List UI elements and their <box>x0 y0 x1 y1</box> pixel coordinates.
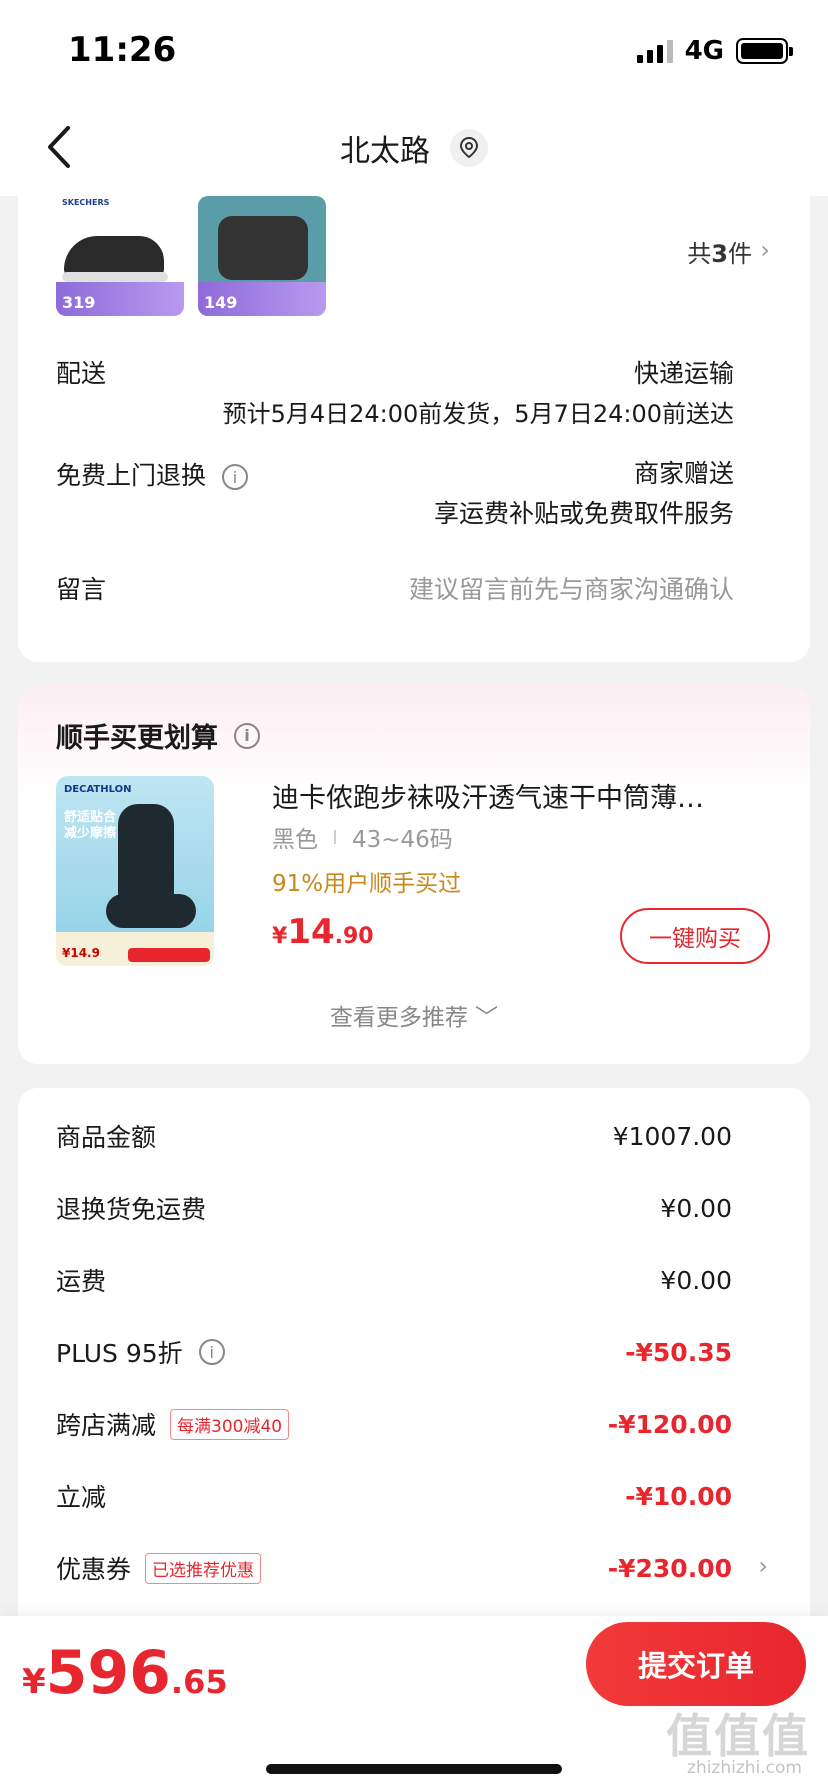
watermark-url: zhizhizhi.com <box>687 1758 802 1778</box>
amount-row-return-fee: 退换货免运费 ¥0.00 <box>56 1193 732 1225</box>
product-brand: DECATHLON <box>64 784 132 795</box>
thumb-price: 319 <box>62 293 96 312</box>
order-info-card: SKECHERS 319 149 共3件 › 配送 快递运输 预计5月4日24:… <box>18 196 810 662</box>
status-time: 11:26 <box>68 30 177 70</box>
item-count[interactable]: 共3件 <box>687 234 752 269</box>
submit-order-button[interactable]: 提交订单 <box>586 1622 806 1706</box>
status-indicators: 4G <box>636 36 793 66</box>
signal-icon <box>636 39 673 63</box>
nav-bar: 北太路 <box>0 96 828 196</box>
status-bar: 11:26 4G <box>0 0 828 96</box>
amount-row-cross-store: 跨店满减 每满300减40 -¥120.00 <box>56 1408 732 1440</box>
amount-row-instant-discount: 立减 -¥10.00 <box>56 1481 732 1513</box>
location-pin-icon[interactable] <box>450 129 488 167</box>
amount-row-plus: PLUS 95折 i -¥50.35 <box>56 1337 732 1369</box>
delivery-label: 配送 <box>56 359 107 388</box>
home-indicator[interactable] <box>266 1764 562 1774</box>
product-size: 43~46码 <box>352 827 453 853</box>
info-icon[interactable]: i <box>234 722 260 749</box>
coupon-tag: 已选推荐优惠 <box>145 1552 262 1584</box>
recommend-title: 顺手买更划算 i <box>56 716 260 755</box>
product-image-price: ¥14.9 <box>62 946 100 960</box>
info-icon[interactable]: i <box>222 464 249 490</box>
message-input[interactable]: 建议留言前先与商家沟通确认 <box>409 570 734 606</box>
network-label: 4G <box>684 36 724 66</box>
free-return-provider: 商家赠送 <box>633 459 734 488</box>
promo-tag: 每满300减40 <box>170 1408 290 1440</box>
brand-logo: SKECHERS <box>62 198 110 207</box>
product-image[interactable]: DECATHLON 舒适贴合 减少摩擦 ¥14.9 <box>56 776 214 966</box>
product-name[interactable]: 迪卡侬跑步袜吸汗透气速干中筒薄… <box>272 776 772 815</box>
amount-row-goods: 商品金额 ¥1007.00 <box>56 1121 732 1153</box>
free-return-desc: 享运费补贴或免费取件服务 <box>433 499 734 528</box>
page-title: 北太路 <box>340 134 430 169</box>
product-image-tag: 舒适贴合 减少摩擦 <box>64 810 117 841</box>
free-return-label: 免费上门退换 i <box>56 456 249 492</box>
battery-icon <box>736 38 793 64</box>
product-spec: 黑色 43~46码 <box>272 820 453 854</box>
amount-row-shipping: 运费 ¥0.00 <box>56 1265 732 1297</box>
product-price: ¥14.90 <box>272 912 374 952</box>
thumb-price: 149 <box>204 293 238 312</box>
info-icon[interactable]: i <box>198 1339 225 1365</box>
delivery-method[interactable]: 快递运输 <box>634 354 734 390</box>
chevron-right-icon: › <box>758 1552 768 1580</box>
product-thumb-sneaker[interactable]: SKECHERS 319 <box>56 196 184 316</box>
product-thumb-slipper[interactable]: 149 <box>198 196 326 316</box>
delivery-estimate: 预计5月4日24:00前发货，5月7日24:00前送达 <box>222 400 734 428</box>
chevron-right-icon: › <box>760 236 770 264</box>
recommend-card: 顺手买更划算 i DECATHLON 舒适贴合 减少摩擦 ¥14.9 迪卡侬跑步… <box>18 686 810 1064</box>
more-recommend-link[interactable]: 查看更多推荐 ﹀ <box>18 998 810 1032</box>
watermark-logo: 值值值 <box>666 1709 810 1763</box>
amount-row-coupon[interactable]: 优惠券 已选推荐优惠 -¥230.00 <box>56 1548 732 1588</box>
product-color: 黑色 <box>272 827 318 853</box>
product-buyers: 91%用户顺手买过 <box>272 871 462 897</box>
message-label: 留言 <box>56 575 107 604</box>
total-price: ¥596.65 <box>22 1638 228 1708</box>
one-click-buy-button[interactable]: 一键购买 <box>620 908 770 964</box>
